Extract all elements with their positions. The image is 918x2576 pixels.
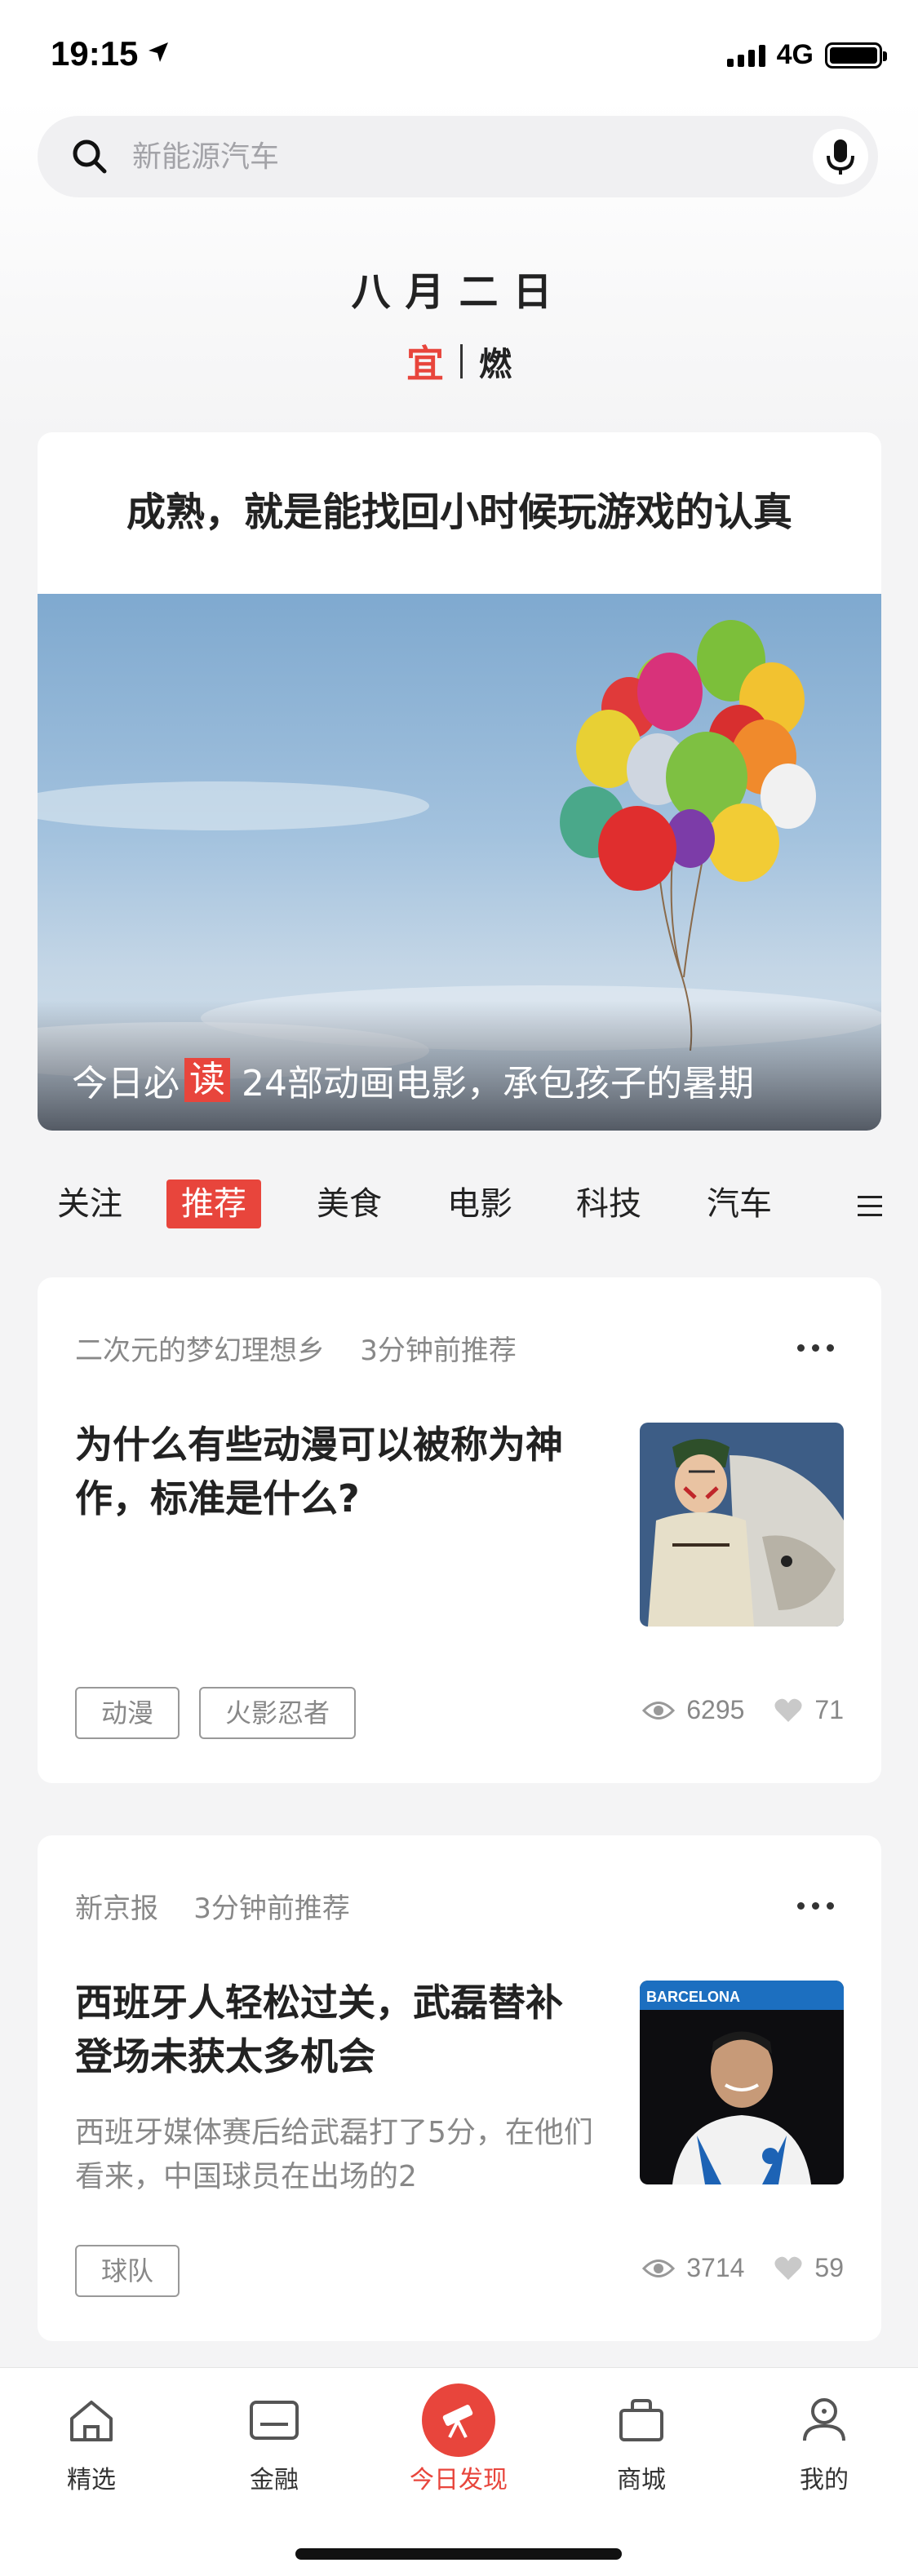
article-card[interactable]: 新京报 3分钟前推荐 西班牙人轻松过关，武磊替补登场未获太多机会 西班牙媒体赛后… bbox=[38, 1835, 881, 2341]
nav-item-featured[interactable]: 精选 bbox=[10, 2388, 173, 2495]
category-tabs: 关注 推荐 美食 电影 科技 汽车 bbox=[0, 1162, 918, 1251]
location-arrow-icon bbox=[149, 42, 168, 62]
nav-label: 金融 bbox=[250, 2466, 299, 2494]
article-thumbnail[interactable] bbox=[640, 1423, 844, 1627]
voice-search-button[interactable] bbox=[813, 129, 868, 184]
nav-item-mall[interactable]: 商城 bbox=[560, 2388, 723, 2495]
caption-prefix: 今日必 bbox=[72, 1063, 180, 1104]
article-time: 3分钟前推荐 bbox=[360, 1334, 517, 1367]
eye-icon bbox=[642, 1701, 676, 1720]
search-icon bbox=[73, 139, 107, 174]
article-thumbnail[interactable]: BARCELONA bbox=[640, 1981, 844, 2184]
article-meta: 二次元的梦幻理想乡 3分钟前推荐 bbox=[75, 1328, 517, 1368]
caption-text: 24部动画电影，承包孩子的暑期 bbox=[242, 1063, 754, 1104]
nav-label: 精选 bbox=[67, 2466, 116, 2494]
tag-list: 球队 bbox=[75, 2245, 180, 2297]
article-card[interactable]: 二次元的梦幻理想乡 3分钟前推荐 为什么有些动漫可以被称为神作，标准是什么? 动… bbox=[38, 1277, 881, 1783]
featured-caption[interactable]: 今日必 读 24部动画电影，承包孩子的暑期 bbox=[72, 1054, 880, 1106]
article-title[interactable]: 西班牙人轻松过关，武磊替补登场未获太多机会 bbox=[75, 1976, 597, 2083]
article-meta: 新京报 3分钟前推荐 bbox=[75, 1886, 350, 1926]
heart-icon[interactable] bbox=[774, 2255, 803, 2282]
tab-auto[interactable]: 汽车 bbox=[707, 1180, 772, 1228]
user-icon bbox=[803, 2398, 845, 2441]
must-read-badge: 读 bbox=[184, 1058, 230, 1102]
tab-food[interactable]: 美食 bbox=[317, 1180, 382, 1228]
nav-label: 今日发现 bbox=[410, 2466, 508, 2494]
like-count: 59 bbox=[814, 2253, 844, 2282]
nav-item-finance[interactable]: 金融 bbox=[193, 2388, 356, 2495]
thumb-brand-text: BARCELONA bbox=[646, 1989, 740, 2005]
status-bar: 19:15 4G bbox=[0, 0, 918, 98]
more-options-icon[interactable] bbox=[797, 1902, 834, 1910]
like-count: 71 bbox=[814, 1695, 844, 1724]
telescope-icon bbox=[442, 2405, 473, 2438]
tag-chip[interactable]: 火影忍者 bbox=[199, 1687, 357, 1739]
nav-label: 我的 bbox=[800, 2466, 849, 2494]
featured-headline[interactable]: 成熟，就是能找回小时候玩游戏的认真 bbox=[38, 480, 881, 537]
microphone-icon bbox=[827, 139, 854, 175]
article-time: 3分钟前推荐 bbox=[193, 1892, 350, 1925]
yi-label: 宜 bbox=[406, 342, 444, 386]
status-time: 19:15 bbox=[51, 34, 139, 73]
nav-label: 商城 bbox=[617, 2466, 666, 2494]
tab-recommend[interactable]: 推荐 bbox=[166, 1180, 261, 1228]
search-bar[interactable] bbox=[38, 116, 878, 197]
nav-item-profile[interactable]: 我的 bbox=[743, 2388, 906, 2495]
article-summary: 西班牙媒体赛后给武磊打了5分，在他们看来，中国球员在出场的2 bbox=[75, 2116, 593, 2193]
article-source[interactable]: 新京报 bbox=[75, 1892, 158, 1925]
tab-tech[interactable]: 科技 bbox=[576, 1180, 641, 1228]
search-input[interactable] bbox=[132, 134, 801, 179]
home-icon bbox=[70, 2401, 113, 2441]
article-source[interactable]: 二次元的梦幻理想乡 bbox=[75, 1334, 325, 1367]
article-stats: 3714 59 bbox=[642, 2253, 844, 2283]
heart-icon[interactable] bbox=[774, 1697, 803, 1724]
featured-card[interactable]: 成熟，就是能找回小时候玩游戏的认真 今日必 读 24部动画电影，承包孩子的暑期 bbox=[38, 432, 881, 1131]
tab-follow[interactable]: 关注 bbox=[57, 1180, 122, 1228]
yi-value: 燃 bbox=[479, 345, 512, 383]
tag-chip[interactable]: 球队 bbox=[75, 2245, 180, 2297]
view-count: 6295 bbox=[686, 1695, 745, 1724]
cell-signal-icon bbox=[726, 44, 765, 67]
view-count: 3714 bbox=[686, 2253, 745, 2282]
balloons-image[interactable]: 今日必 读 24部动画电影，承包孩子的暑期 bbox=[38, 594, 881, 1131]
bottom-nav: 精选 金融 今日发现 商城 我的 bbox=[0, 2367, 918, 2576]
tab-movies[interactable]: 电影 bbox=[447, 1180, 512, 1228]
tag-list: 动漫 火影忍者 bbox=[75, 1687, 357, 1739]
almanac-yi: 宜 燃 bbox=[0, 334, 918, 388]
home-indicator[interactable] bbox=[295, 2548, 622, 2560]
divider bbox=[460, 344, 463, 378]
tag-chip[interactable]: 动漫 bbox=[75, 1687, 180, 1739]
network-type: 4G bbox=[776, 39, 814, 70]
card-icon bbox=[250, 2401, 299, 2440]
article-title[interactable]: 为什么有些动漫可以被称为神作，标准是什么? bbox=[75, 1418, 597, 1525]
more-options-icon[interactable] bbox=[797, 1344, 834, 1352]
almanac-date: 八月二日 bbox=[351, 269, 567, 315]
menu-icon[interactable] bbox=[858, 1194, 882, 1219]
eye-icon bbox=[642, 2259, 676, 2277]
bag-icon bbox=[619, 2399, 663, 2441]
battery-icon bbox=[825, 42, 887, 69]
nav-item-discover[interactable]: 今日发现 bbox=[377, 2383, 540, 2495]
article-stats: 6295 71 bbox=[642, 1695, 844, 1725]
